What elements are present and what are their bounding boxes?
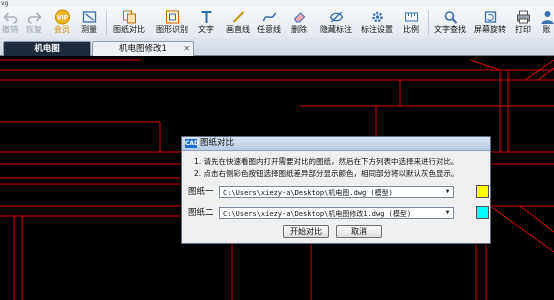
compare-icon: [122, 10, 136, 24]
rotate-icon: [484, 11, 496, 23]
text-search-icon: [444, 11, 457, 24]
dropdown-arrow-icon[interactable]: ▼: [443, 188, 452, 196]
main-toolbar: 撤销 恢复 VIP 会员 测量 图纸对比 图形识别 文字 画直线 任意线 删除 …: [0, 7, 554, 39]
delete-button[interactable]: 删除: [288, 9, 310, 37]
vip-icon: VIP: [54, 9, 70, 25]
draw-line-button[interactable]: 画直线: [225, 9, 251, 37]
hide-annotation-icon: [329, 11, 343, 23]
hide-annotation-label: 隐藏标注: [320, 25, 352, 34]
annotation-settings-icon: [371, 11, 383, 23]
free-line-button[interactable]: 任意线: [256, 9, 282, 37]
start-compare-button[interactable]: 开始对比: [283, 225, 329, 238]
print-icon: [516, 10, 530, 24]
tab-drawing-1-label: 机电图: [34, 44, 60, 54]
drawing-1-label: 图纸一: [188, 187, 214, 197]
recognize-label: 图形识别: [156, 25, 188, 34]
dropdown-arrow-icon[interactable]: ▼: [443, 209, 452, 217]
text-button[interactable]: 文字: [195, 9, 217, 37]
annotation-settings-label: 标注设置: [361, 25, 393, 34]
text-label: 文字: [198, 25, 214, 34]
account-label: 账: [542, 25, 551, 34]
text-search-label: 文字查找: [434, 25, 466, 34]
recognize-icon: [165, 10, 179, 24]
window-title: vg: [0, 0, 554, 7]
compare-label: 图纸对比: [113, 25, 145, 34]
undo-icon: [2, 12, 17, 24]
compare-dialog: CAD 图纸对比 1. 请先在快速看图内打开需要对比的图纸，然后在下方列表中选择…: [181, 136, 491, 244]
dialog-hint-1: 1. 请先在快速看图内打开需要对比的图纸，然后在下方列表中选择来进行对比。: [194, 157, 459, 166]
drawing-2-label: 图纸二: [188, 208, 214, 218]
scale-icon: [404, 12, 418, 22]
drawing-2-select[interactable]: C:\Users\xiezy-a\Desktop\机电图修改1.dwg (模型)…: [219, 207, 454, 219]
text-search-button[interactable]: 文字查找: [432, 9, 468, 37]
drawing-2-value: C:\Users\xiezy-a\Desktop\机电图修改1.dwg (模型): [223, 210, 412, 218]
account-icon: [541, 11, 554, 24]
eraser-icon: [293, 12, 305, 23]
close-icon[interactable]: ✕: [183, 42, 190, 56]
undo-button[interactable]: 撤销: [0, 9, 20, 37]
dialog-titlebar[interactable]: CAD 图纸对比: [182, 137, 490, 151]
cancel-button[interactable]: 取消: [336, 225, 382, 238]
compare-button[interactable]: 图纸对比: [111, 9, 147, 37]
drawing-2-color-button[interactable]: [476, 206, 489, 219]
measure-label: 测量: [81, 25, 97, 34]
measure-icon: [82, 11, 96, 23]
undo-label: 撤销: [2, 25, 18, 34]
redo-icon: [27, 12, 42, 24]
freeline-icon: [262, 12, 276, 22]
print-button[interactable]: 打印: [512, 9, 534, 37]
line-icon: [232, 11, 244, 23]
delete-label: 删除: [291, 25, 307, 34]
vip-label: 会员: [54, 25, 70, 34]
svg-text:VIP: VIP: [56, 15, 68, 22]
measure-button[interactable]: 测量: [78, 9, 100, 37]
redo-button[interactable]: 恢复: [24, 9, 44, 37]
document-tabs: 机电图 机电图修改1 ✕: [0, 38, 554, 56]
free-line-label: 任意线: [257, 25, 281, 34]
recognize-button[interactable]: 图形识别: [154, 9, 190, 37]
dialog-hint-2: 2. 点击右侧彩色按钮选择图纸差异部分显示颜色，相同部分将以默认灰色显示。: [194, 169, 459, 178]
draw-line-label: 画直线: [226, 25, 250, 34]
scale-label: 比例: [403, 25, 419, 34]
tab-drawing-2-label: 机电图修改1: [119, 44, 167, 54]
drawing-1-color-button[interactable]: [476, 185, 489, 198]
redo-label: 恢复: [26, 25, 42, 34]
print-label: 打印: [515, 25, 531, 34]
drawing-1-value: C:\Users\xiezy-a\Desktop\机电图.dwg (模型): [223, 189, 393, 197]
tab-drawing-1[interactable]: 机电图: [3, 41, 91, 56]
scale-button[interactable]: 比例: [400, 9, 422, 37]
toolbar-divider: [106, 11, 107, 35]
vip-button[interactable]: VIP 会员: [51, 9, 73, 37]
cad-app-icon: CAD: [185, 139, 200, 148]
toolbar-divider: [428, 11, 429, 35]
drawing-1-select[interactable]: C:\Users\xiezy-a\Desktop\机电图.dwg (模型) ▼: [219, 186, 454, 198]
account-button[interactable]: 账: [539, 9, 554, 37]
hide-annotation-button[interactable]: 隐藏标注: [318, 9, 354, 37]
rotate-button[interactable]: 屏幕旋转: [472, 9, 508, 37]
rotate-label: 屏幕旋转: [474, 25, 506, 34]
tab-drawing-2[interactable]: 机电图修改1 ✕: [92, 41, 194, 56]
annotation-settings-button[interactable]: 标注设置: [359, 9, 395, 37]
dialog-title: 图纸对比: [200, 138, 235, 148]
text-icon: [201, 11, 211, 23]
